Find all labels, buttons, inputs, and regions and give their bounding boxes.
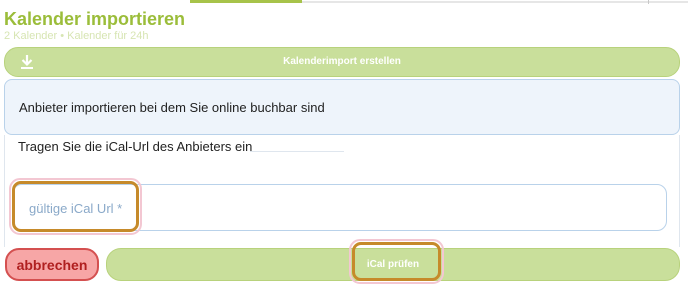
tab-strip-track (302, 1, 688, 3)
provider-info-box: Anbieter importieren bei dem Sie online … (4, 79, 680, 135)
import-calendar-page: Kalender importieren 2 Kalender • Kalend… (0, 0, 688, 297)
ical-url-hint: Tragen Sie die iCal-Url des Anbieters ei… (18, 139, 253, 154)
create-calendar-import-label: Kalenderimport erstellen (283, 56, 401, 67)
ical-url-input[interactable] (29, 198, 429, 218)
cancel-button-label: abbrechen (16, 257, 88, 273)
check-ical-button[interactable]: iCal prüfen (106, 248, 680, 281)
tab-separator (648, 0, 649, 4)
check-ical-button-label: iCal prüfen (366, 259, 420, 270)
provider-info-text: Anbieter importieren bei dem Sie online … (19, 100, 325, 115)
page-title: Kalender importieren (4, 9, 186, 29)
hint-divider (250, 151, 344, 152)
ical-url-field[interactable] (12, 184, 667, 231)
tab-strip (0, 0, 688, 4)
form-frame-left (4, 135, 5, 247)
create-calendar-import-button[interactable]: Kalenderimport erstellen (4, 47, 680, 77)
tab-active-indicator[interactable] (190, 0, 302, 3)
cancel-button[interactable]: abbrechen (5, 248, 99, 281)
page-subtitle: 2 Kalender • Kalender für 24h (4, 30, 149, 42)
form-frame-right (679, 135, 680, 247)
